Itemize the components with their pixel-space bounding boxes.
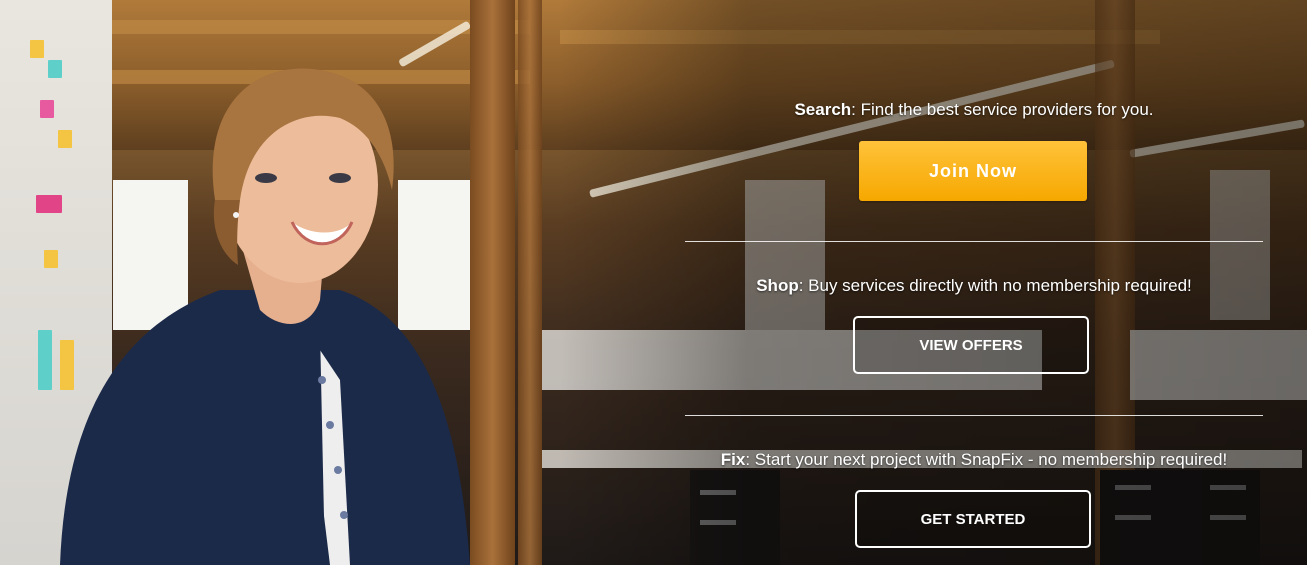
search-label: Search (794, 100, 852, 119)
hero-banner: Search: Find the best service providers … (0, 0, 1307, 565)
fix-description: Fix: Start your next project with SnapFi… (685, 450, 1263, 470)
shop-label: Shop (756, 276, 799, 295)
view-offers-button[interactable]: VIEW OFFERS (853, 316, 1089, 374)
get-started-button[interactable]: GET STARTED (855, 490, 1091, 548)
section-divider (685, 241, 1263, 242)
fix-label: Fix (720, 450, 746, 469)
shop-text: : Buy services directly with no membersh… (798, 276, 1192, 295)
shop-description: Shop: Buy services directly with no memb… (685, 276, 1263, 296)
search-description: Search: Find the best service providers … (685, 100, 1263, 120)
fix-text: : Start your next project with SnapFix -… (745, 450, 1228, 469)
woman-photo (60, 68, 470, 565)
search-text: : Find the best service providers for yo… (851, 100, 1154, 119)
section-divider (685, 415, 1263, 416)
join-now-button[interactable]: Join Now (859, 141, 1087, 201)
